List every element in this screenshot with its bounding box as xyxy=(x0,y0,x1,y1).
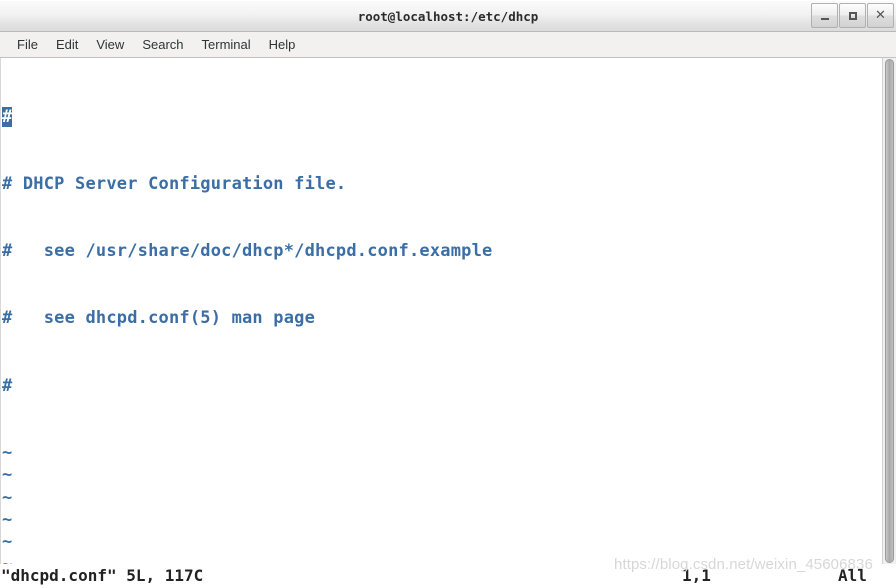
minimize-button[interactable] xyxy=(811,3,838,28)
minimize-icon xyxy=(820,18,829,20)
menu-item-terminal[interactable]: Terminal xyxy=(193,35,260,54)
menu-item-view[interactable]: View xyxy=(87,35,133,54)
vertical-scrollbar[interactable] xyxy=(882,58,896,564)
menu-item-edit[interactable]: Edit xyxy=(47,35,87,54)
scrollbar-thumb[interactable] xyxy=(885,59,894,563)
empty-line-marker: ~ xyxy=(2,554,882,564)
close-icon: ✕ xyxy=(875,8,886,23)
buffer-line-3: # see /usr/share/doc/dhcp*/dhcpd.conf.ex… xyxy=(2,241,493,262)
empty-line-markers: ~~~~~~~~~~~~~~~~~~~ xyxy=(2,442,882,564)
empty-line-marker: ~ xyxy=(2,532,13,553)
menu-item-help[interactable]: Help xyxy=(260,35,305,54)
status-view-position: All xyxy=(838,566,867,585)
terminal-body[interactable]: # # DHCP Server Configuration file. # se… xyxy=(0,58,896,564)
empty-line-marker: ~ xyxy=(2,442,13,463)
buffer-line-4: # see dhcpd.conf(5) man page xyxy=(2,308,316,329)
empty-line-marker: ~ xyxy=(2,487,13,508)
menu-bar: File Edit View Search Terminal Help xyxy=(0,32,896,58)
close-button[interactable]: ✕ xyxy=(867,3,894,28)
menu-item-file[interactable]: File xyxy=(8,35,47,54)
status-file-info: "dhcpd.conf" 5L, 117C xyxy=(1,566,204,585)
empty-line-marker: ~ xyxy=(2,465,13,486)
window-controls: ✕ xyxy=(811,3,894,28)
text-cursor: # xyxy=(2,106,13,127)
maximize-button[interactable] xyxy=(839,3,866,28)
vim-buffer[interactable]: # # DHCP Server Configuration file. # se… xyxy=(1,58,882,564)
empty-line-marker: ~ xyxy=(2,510,13,530)
buffer-line-2: # DHCP Server Configuration file. xyxy=(2,174,347,195)
title-bar: root@localhost:/etc/dhcp ✕ xyxy=(0,0,896,32)
menu-item-search[interactable]: Search xyxy=(133,35,192,54)
maximize-icon xyxy=(848,11,857,20)
buffer-line-1: # xyxy=(2,106,882,128)
window-title: root@localhost:/etc/dhcp xyxy=(357,8,539,24)
terminal-window: root@localhost:/etc/dhcp ✕ File Edit Vie… xyxy=(0,0,896,588)
vim-status-line: "dhcpd.conf" 5L, 117C 1,1 All xyxy=(0,564,896,588)
status-cursor-position: 1,1 xyxy=(682,566,711,585)
buffer-line-5: # xyxy=(2,375,13,396)
